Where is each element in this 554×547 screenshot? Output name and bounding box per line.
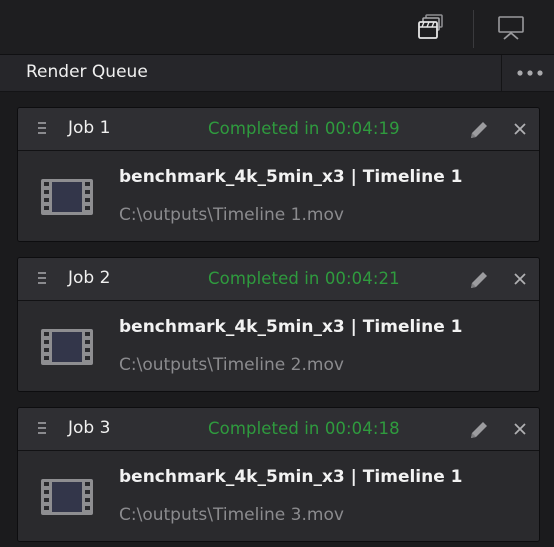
- edit-pencil-icon[interactable]: [467, 268, 491, 292]
- drag-handle-icon[interactable]: [38, 422, 48, 436]
- job-status: Completed in 00:04:19: [208, 119, 400, 138]
- job-status: Completed in 00:04:21: [208, 269, 400, 288]
- film-clip-icon: [40, 477, 94, 517]
- render-cache-icon[interactable]: [415, 12, 447, 44]
- drag-handle-icon[interactable]: [38, 272, 48, 286]
- edit-pencil-icon[interactable]: [467, 418, 491, 442]
- top-toolbar: [0, 0, 554, 55]
- job-body: benchmark_4k_5min_x3 | Timeline 1 C:\out…: [18, 451, 539, 541]
- job-body: benchmark_4k_5min_x3 | Timeline 1 C:\out…: [18, 151, 539, 241]
- job-card[interactable]: Job 2 Completed in 00:04:21 benchmark_4k…: [17, 257, 540, 392]
- job-title: benchmark_4k_5min_x3 | Timeline 1: [119, 467, 463, 487]
- job-name: Job 3: [68, 418, 111, 438]
- panel-header: Render Queue: [0, 55, 554, 92]
- toolbar-divider: [473, 10, 474, 48]
- close-icon[interactable]: [510, 419, 530, 439]
- drag-handle-icon[interactable]: [38, 122, 48, 136]
- job-body: benchmark_4k_5min_x3 | Timeline 1 C:\out…: [18, 301, 539, 391]
- film-clip-icon: [40, 327, 94, 367]
- edit-pencil-icon[interactable]: [467, 118, 491, 142]
- panel-title: Render Queue: [26, 62, 148, 82]
- render-queue-list: Job 1 Completed in 00:04:19 benchmark_4k…: [0, 92, 554, 547]
- film-clip-icon: [40, 177, 94, 217]
- job-output-path: C:\outputs\Timeline 1.mov: [119, 205, 344, 225]
- job-header: Job 2 Completed in 00:04:21: [18, 258, 539, 301]
- job-output-path: C:\outputs\Timeline 2.mov: [119, 355, 344, 375]
- job-output-path: C:\outputs\Timeline 3.mov: [119, 505, 344, 525]
- job-title: benchmark_4k_5min_x3 | Timeline 1: [119, 317, 463, 337]
- job-name: Job 1: [68, 118, 111, 138]
- more-options-icon[interactable]: [508, 58, 552, 88]
- job-title: benchmark_4k_5min_x3 | Timeline 1: [119, 167, 463, 187]
- job-header: Job 1 Completed in 00:04:19: [18, 108, 539, 151]
- job-status: Completed in 00:04:18: [208, 419, 400, 438]
- job-card[interactable]: Job 3 Completed in 00:04:18 benchmark_4k…: [17, 407, 540, 542]
- close-icon[interactable]: [510, 269, 530, 289]
- header-divider: [501, 55, 502, 91]
- close-icon[interactable]: [510, 119, 530, 139]
- job-card[interactable]: Job 1 Completed in 00:04:19 benchmark_4k…: [17, 107, 540, 242]
- job-name: Job 2: [68, 268, 111, 288]
- output-display-icon[interactable]: [495, 12, 527, 44]
- job-header: Job 3 Completed in 00:04:18: [18, 408, 539, 451]
